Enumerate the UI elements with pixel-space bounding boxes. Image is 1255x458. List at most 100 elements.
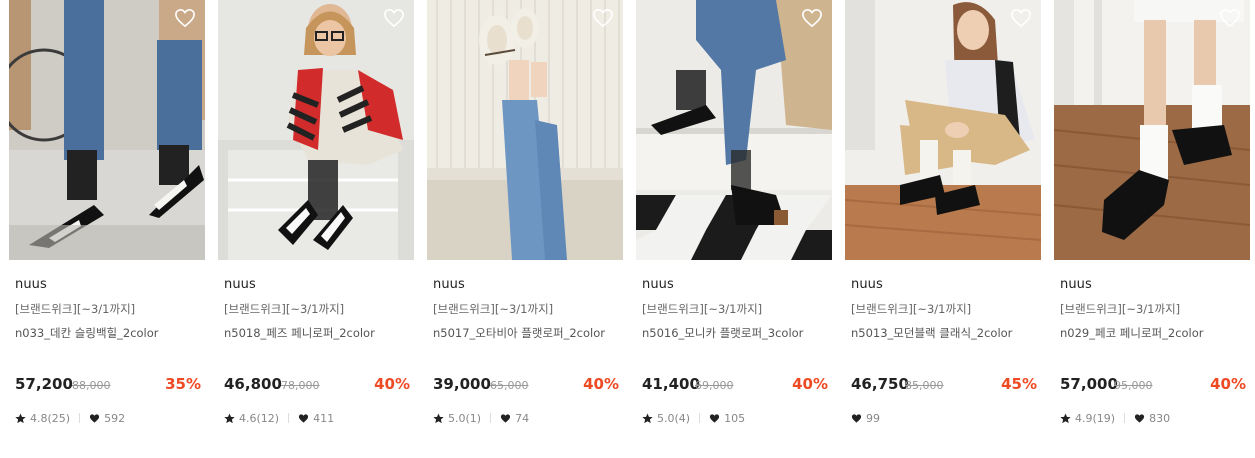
brand-name[interactable]: nuus — [851, 277, 883, 292]
sale-price: 39,000 — [433, 375, 491, 393]
divider — [288, 413, 290, 423]
original-price: 69,000 — [695, 379, 734, 392]
divider — [1124, 413, 1126, 423]
brand-name[interactable]: nuus — [15, 277, 47, 292]
promo-tag: [브랜드위크][~3/1까지] — [642, 302, 763, 316]
review-meta: 4.6(12) 411 — [224, 410, 334, 426]
heart-outline-icon — [802, 8, 822, 28]
product-card[interactable]: nuus [브랜드위크][~3/1까지] n5017_오타비아 플랫로퍼_2co… — [427, 0, 623, 458]
wishlist-button[interactable] — [1219, 8, 1241, 28]
rating-text: 5.0(1) — [448, 411, 482, 425]
heart-filled-icon — [298, 413, 309, 424]
review-meta: 5.0(4) 105 — [642, 410, 745, 426]
product-photo — [1054, 0, 1250, 260]
product-card[interactable]: nuus [브랜드위크][~3/1까지] n5016_모니카 플랫로퍼_3col… — [636, 0, 832, 458]
star-icon — [1060, 412, 1071, 424]
heart-outline-icon — [384, 8, 404, 28]
likes-group: 105 — [709, 412, 745, 425]
promo-tag: [브랜드위크][~3/1까지] — [1060, 302, 1181, 316]
likes-count: 592 — [104, 411, 126, 425]
rating-text: 4.6(12) — [239, 411, 280, 425]
likes-count: 74 — [515, 411, 530, 425]
product-image[interactable] — [845, 0, 1041, 260]
product-name[interactable]: n5018_페즈 페니로퍼_2color — [224, 325, 375, 341]
product-image[interactable] — [1054, 0, 1250, 260]
product-photo — [9, 0, 205, 260]
rating-group: 4.9(19) — [1060, 412, 1115, 425]
original-price: 78,000 — [281, 379, 320, 392]
product-image[interactable] — [636, 0, 832, 260]
discount-rate: 40% — [583, 375, 619, 393]
product-card[interactable]: nuus [브랜드위크][~3/1까지] n033_데칸 슬링백힐_2color… — [9, 0, 205, 458]
star-icon — [15, 412, 26, 424]
brand-name[interactable]: nuus — [1060, 277, 1092, 292]
discount-rate: 40% — [374, 375, 410, 393]
promo-tag: [브랜드위크][~3/1까지] — [224, 302, 345, 316]
rating-group: 4.8(25) — [15, 412, 70, 425]
brand-name[interactable]: nuus — [224, 277, 256, 292]
review-meta: 4.9(19) 830 — [1060, 410, 1170, 426]
sale-price: 57,200 — [15, 375, 73, 393]
likes-count: 105 — [724, 411, 746, 425]
rating-group: 5.0(4) — [642, 412, 690, 425]
product-image[interactable] — [9, 0, 205, 260]
discount-rate: 35% — [165, 375, 201, 393]
divider — [699, 413, 701, 423]
product-card[interactable]: nuus [브랜드위크][~3/1까지] n029_페코 페니로퍼_2color… — [1054, 0, 1250, 458]
heart-filled-icon — [1134, 413, 1145, 424]
wishlist-button[interactable] — [1010, 8, 1032, 28]
product-name[interactable]: n029_페코 페니로퍼_2color — [1060, 325, 1204, 341]
discount-rate: 40% — [1210, 375, 1246, 393]
likes-group: 830 — [1134, 412, 1170, 425]
review-meta: 5.0(1) 74 — [433, 410, 529, 426]
product-grid: nuus [브랜드위크][~3/1까지] n033_데칸 슬링백힐_2color… — [0, 0, 1255, 458]
likes-group: 74 — [500, 412, 529, 425]
original-price: 95,000 — [1114, 379, 1153, 392]
product-name[interactable]: n5013_모던블랙 클래식_2color — [851, 325, 1012, 341]
rating-text: 4.8(25) — [30, 411, 71, 425]
likes-group: 411 — [298, 412, 334, 425]
price-row: 57,000 95,000 40% — [1060, 375, 1246, 397]
likes-group: 99 — [851, 412, 880, 425]
likes-group: 592 — [89, 412, 125, 425]
product-card[interactable]: nuus [브랜드위크][~3/1까지] n5013_모던블랙 클래식_2col… — [845, 0, 1041, 458]
heart-outline-icon — [1220, 8, 1240, 28]
product-photo — [636, 0, 832, 260]
product-name[interactable]: n5017_오타비아 플랫로퍼_2color — [433, 325, 605, 341]
original-price: 65,000 — [490, 379, 529, 392]
heart-outline-icon — [593, 8, 613, 28]
heart-filled-icon — [89, 413, 100, 424]
sale-price: 46,750 — [851, 375, 909, 393]
likes-count: 99 — [866, 411, 880, 425]
rating-group: 4.6(12) — [224, 412, 279, 425]
product-card[interactable]: nuus [브랜드위크][~3/1까지] n5018_페즈 페니로퍼_2colo… — [218, 0, 414, 458]
rating-text: 5.0(4) — [657, 411, 691, 425]
product-image[interactable] — [218, 0, 414, 260]
brand-name[interactable]: nuus — [433, 277, 465, 292]
promo-tag: [브랜드위크][~3/1까지] — [851, 302, 972, 316]
product-photo — [427, 0, 623, 260]
sale-price: 57,000 — [1060, 375, 1118, 393]
promo-tag: [브랜드위크][~3/1까지] — [15, 302, 136, 316]
price-row: 57,200 88,000 35% — [15, 375, 201, 397]
star-icon — [433, 412, 444, 424]
star-icon — [224, 412, 235, 424]
wishlist-button[interactable] — [383, 8, 405, 28]
product-name[interactable]: n5016_모니카 플랫로퍼_3color — [642, 325, 803, 341]
divider — [79, 413, 81, 423]
promo-tag: [브랜드위크][~3/1까지] — [433, 302, 554, 316]
sale-price: 46,800 — [224, 375, 282, 393]
product-image[interactable] — [427, 0, 623, 260]
heart-outline-icon — [1011, 8, 1031, 28]
price-row: 46,750 85,000 45% — [851, 375, 1037, 397]
likes-count: 411 — [313, 411, 335, 425]
wishlist-button[interactable] — [174, 8, 196, 28]
product-name[interactable]: n033_데칸 슬링백힐_2color — [15, 325, 159, 341]
heart-outline-icon — [175, 8, 195, 28]
original-price: 85,000 — [905, 379, 944, 392]
brand-name[interactable]: nuus — [642, 277, 674, 292]
original-price: 88,000 — [72, 379, 111, 392]
wishlist-button[interactable] — [592, 8, 614, 28]
price-row: 41,400 69,000 40% — [642, 375, 828, 397]
wishlist-button[interactable] — [801, 8, 823, 28]
